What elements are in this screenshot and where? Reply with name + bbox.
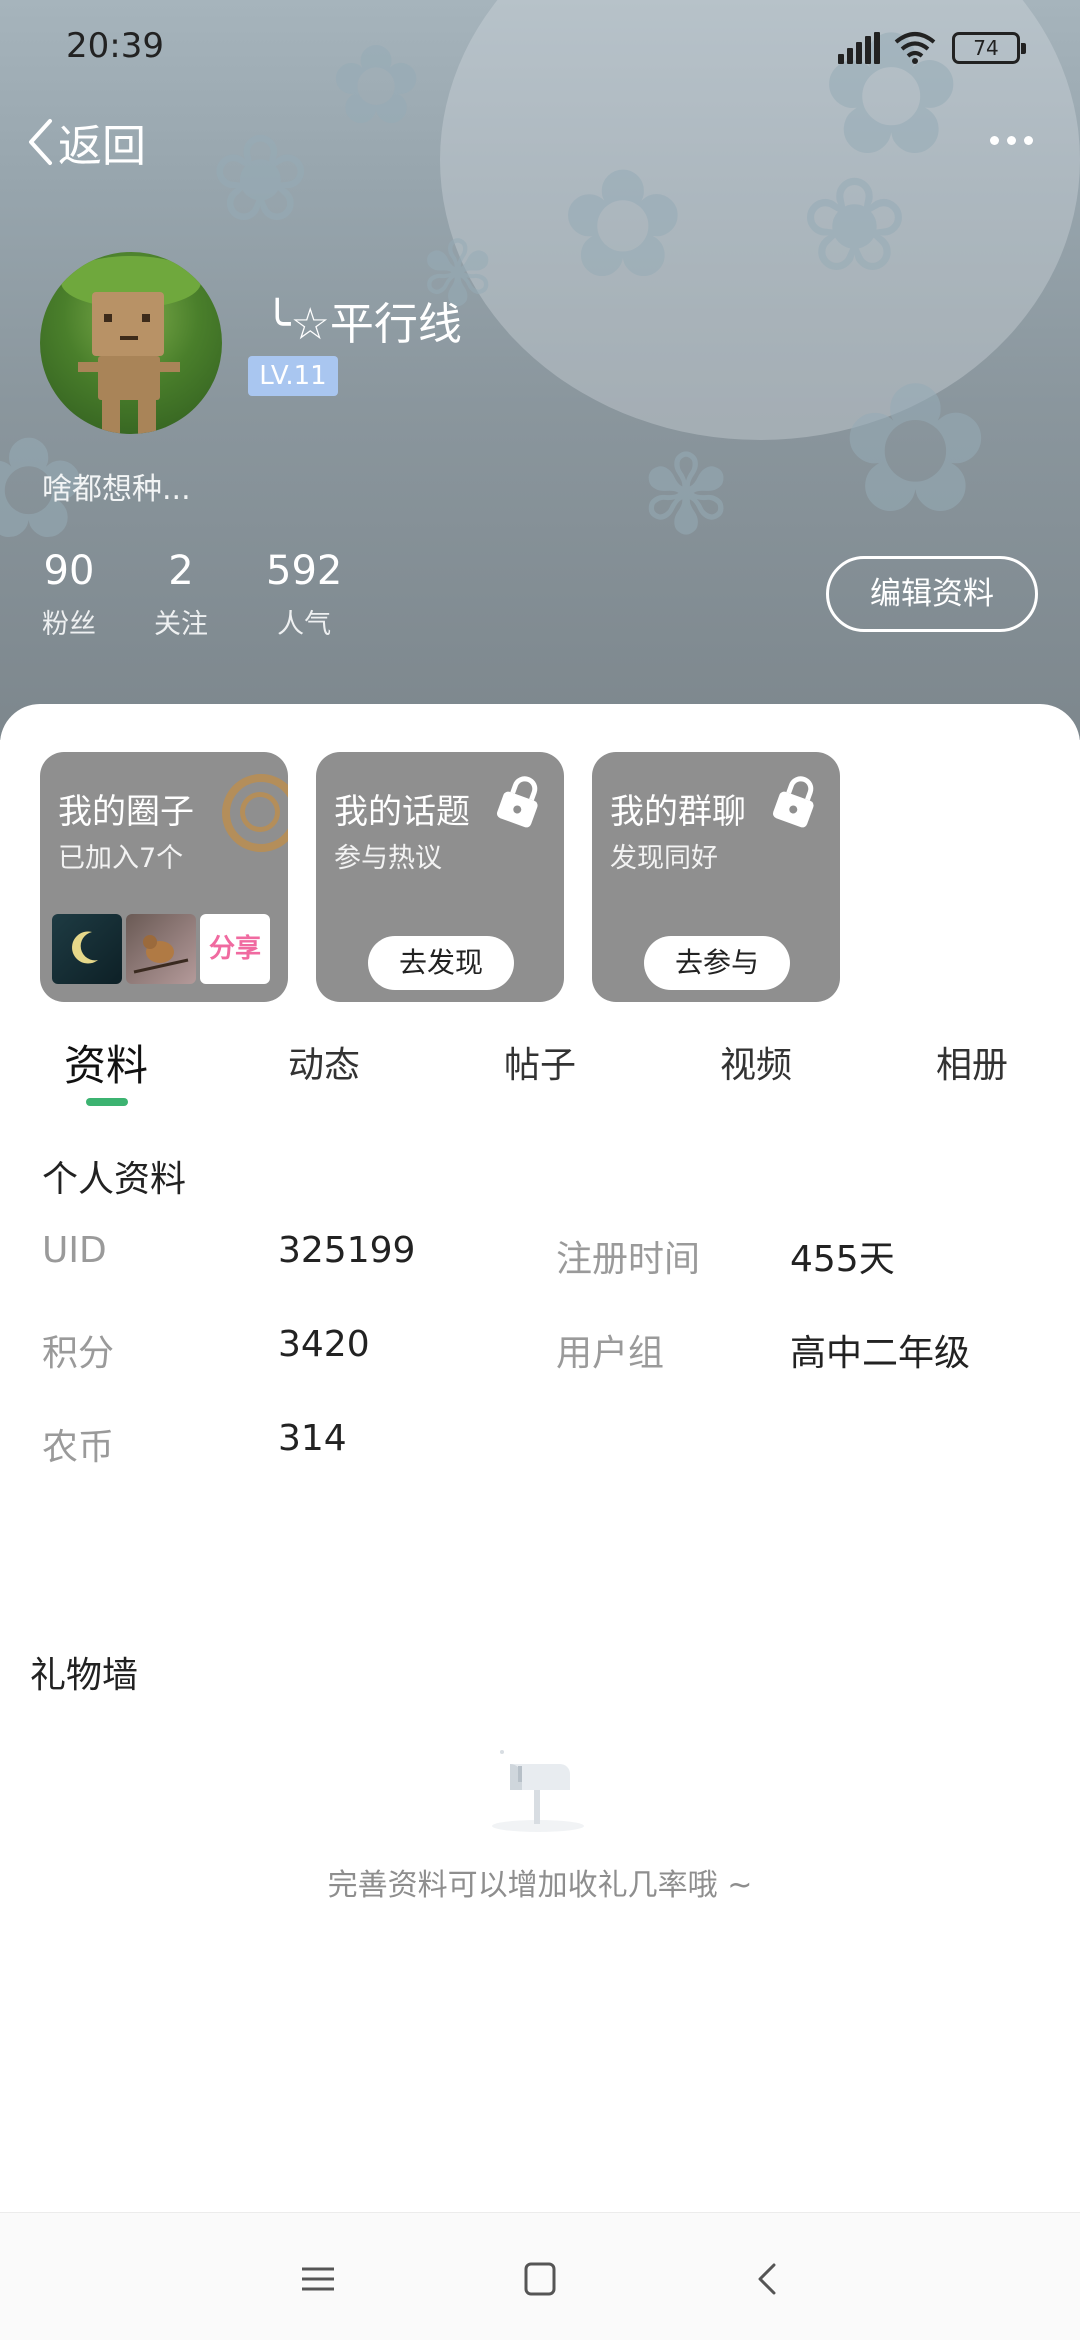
chevron-left-icon (29, 119, 52, 165)
decor-flower: ✾ (640, 431, 733, 559)
card-my-topics[interactable]: 我的话题 参与热议 去发现 (316, 752, 564, 1002)
card-subtitle: 发现同好 (610, 843, 718, 874)
level-badge: LV.11 (248, 356, 338, 396)
lock-icon (496, 776, 538, 828)
back-button[interactable]: 返回 (26, 110, 146, 174)
card-title: 我的圈子 (58, 792, 194, 832)
home-icon[interactable] (520, 2261, 560, 2297)
thumbnail-label: 分享 (208, 934, 261, 964)
profile-info-grid: UID 325199 注册时间 455天 积分 3420 用户组 高中二年级 农… (42, 1230, 1042, 1512)
lock-icon (772, 776, 814, 828)
section-title: 个人资料 (42, 1159, 187, 1200)
info-label: 农币 (42, 1427, 115, 1468)
bio-text: 啥都想种... (42, 472, 191, 507)
more-options-icon[interactable] (990, 128, 1038, 152)
gift-wall-title: 礼物墙 (30, 1655, 139, 1696)
stat-label: 粉丝 (42, 609, 96, 640)
tab-activity[interactable]: 动态 (288, 1036, 360, 1088)
card-subtitle: 已加入7个 (58, 843, 184, 874)
stat-label: 人气 (277, 609, 332, 640)
card-subtitle: 参与热议 (334, 843, 442, 874)
stat-following[interactable]: 2 关注 (154, 548, 208, 641)
card-my-groups[interactable]: 我的群聊 发现同好 去参与 (592, 752, 840, 1002)
active-tab-indicator (86, 1098, 128, 1106)
tab-album[interactable]: 相册 (936, 1036, 1008, 1088)
system-nav-bar (0, 2212, 1080, 2340)
stat-value: 2 (168, 548, 194, 594)
back-nav-icon[interactable] (748, 2261, 788, 2297)
avatar-image (61, 256, 201, 434)
info-value: 325199 (278, 1230, 416, 1271)
wifi-icon (894, 32, 936, 64)
tab-posts[interactable]: 帖子 (504, 1036, 576, 1088)
info-row: UID 325199 注册时间 455天 (42, 1230, 1042, 1324)
tab-profile[interactable]: 资料 (64, 1032, 148, 1093)
circle-thumbnail[interactable] (52, 914, 122, 984)
status-bar: 20:39 74 (0, 0, 1080, 96)
tab-videos[interactable]: 视频 (720, 1036, 792, 1088)
stat-label: 关注 (154, 609, 208, 640)
menu-icon[interactable] (298, 2261, 338, 2297)
info-label: 积分 (42, 1333, 115, 1374)
edit-profile-button[interactable]: 编辑资料 (826, 556, 1038, 632)
info-label: 用户组 (556, 1333, 665, 1374)
info-label: UID (42, 1230, 107, 1271)
info-value: 314 (278, 1418, 347, 1459)
username: ╰☆平行线 (264, 299, 462, 350)
avatar[interactable] (40, 252, 222, 434)
info-row: 农币 314 (42, 1418, 1042, 1512)
moon-image (72, 931, 98, 964)
circle-ring-icon (222, 774, 288, 852)
card-my-circles[interactable]: 我的圈子 已加入7个 分享 (40, 752, 288, 1002)
stat-value: 592 (266, 548, 343, 594)
stats-row: 90 粉丝 2 关注 592 人气 (42, 548, 400, 641)
battery-icon: 74 (952, 32, 1026, 64)
back-label: 返回 (58, 121, 146, 172)
info-value: 高中二年级 (790, 1333, 971, 1374)
join-button[interactable]: 去参与 (644, 936, 790, 990)
bird-image (133, 935, 189, 974)
info-value: 3420 (278, 1324, 370, 1365)
stat-value: 90 (43, 548, 95, 594)
card-title: 我的群聊 (610, 792, 746, 832)
decor-flower: ❀ (800, 149, 909, 301)
circle-thumbnail[interactable] (126, 914, 196, 984)
signal-icon (838, 32, 882, 64)
info-label: 注册时间 (556, 1239, 701, 1280)
status-time: 20:39 (66, 26, 164, 66)
discover-button[interactable]: 去发现 (368, 936, 514, 990)
circle-thumbnail[interactable]: 分享 (200, 914, 270, 984)
stat-fans[interactable]: 90 粉丝 (42, 548, 96, 641)
decor-flower: ✿ (840, 345, 991, 554)
stat-popularity[interactable]: 592 人气 (266, 548, 342, 641)
empty-state-text: 完善资料可以增加收礼几率哦 ~ (327, 1868, 753, 1903)
card-title: 我的话题 (334, 792, 470, 832)
decor-flower: ❀ (210, 110, 311, 249)
info-row: 积分 3420 用户组 高中二年级 (42, 1324, 1042, 1418)
decor-flower: ✿ (560, 138, 686, 312)
info-value: 455天 (790, 1239, 895, 1280)
profile-tabs: 资料 动态 帖子 视频 相册 (0, 1026, 1080, 1112)
mailbox-icon (492, 1750, 584, 1832)
